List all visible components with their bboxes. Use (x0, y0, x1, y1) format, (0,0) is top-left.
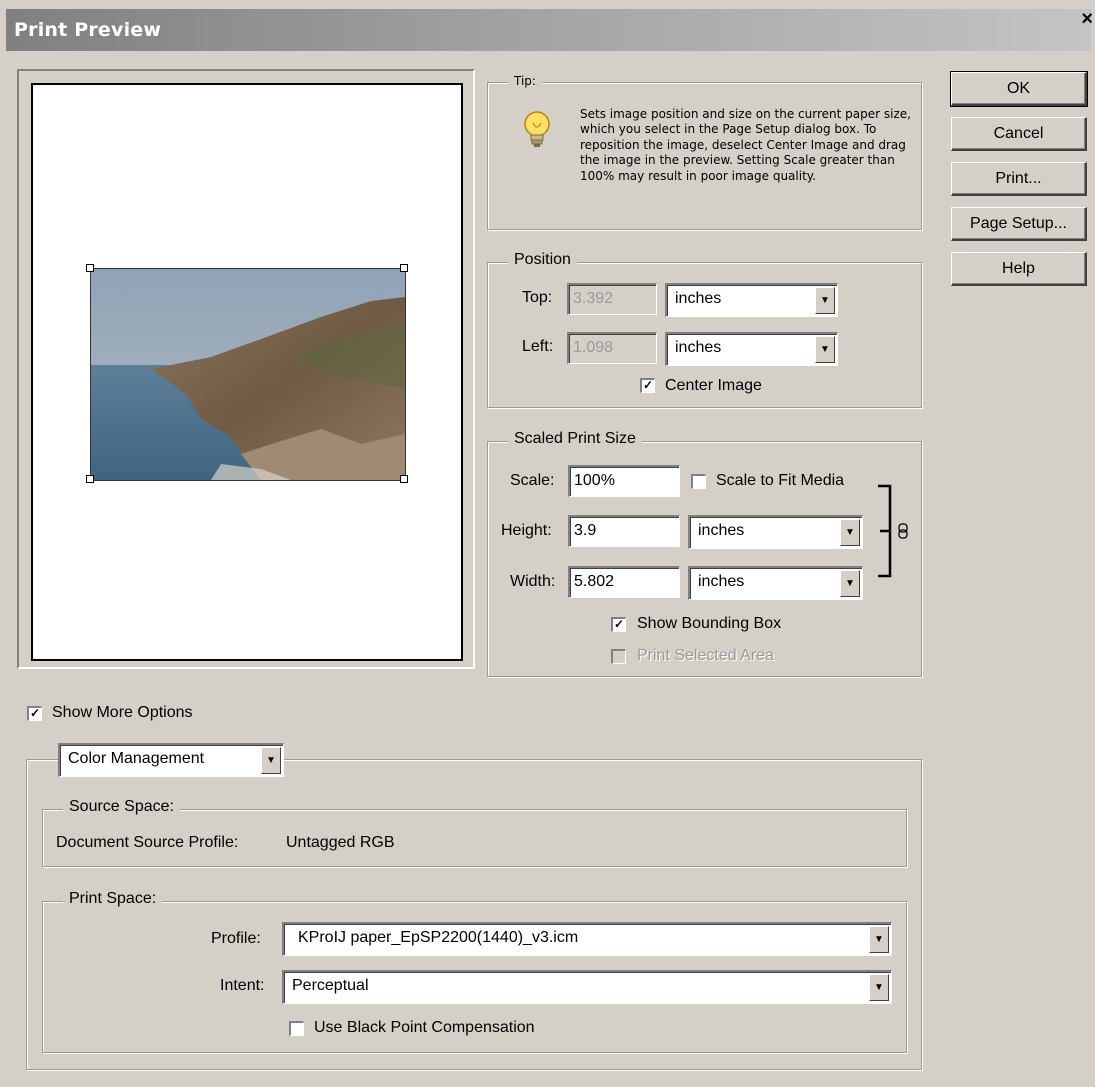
chevron-down-icon[interactable]: ▼ (815, 336, 835, 363)
show-more-options-checkbox[interactable]: ✓ (27, 706, 42, 721)
position-legend: Position (508, 251, 577, 269)
ok-button[interactable]: OK (950, 71, 1088, 107)
lightbulb-icon (524, 111, 550, 147)
page-setup-button[interactable]: Page Setup... (951, 207, 1087, 241)
profile-label: Profile: (211, 930, 261, 947)
chevron-down-icon[interactable]: ▼ (869, 926, 889, 953)
height-label: Height: (501, 522, 552, 539)
black-point-compensation-label[interactable]: Use Black Point Compensation (314, 1019, 535, 1037)
preview-panel (17, 69, 475, 669)
scale-to-fit-label[interactable]: Scale to Fit Media (716, 472, 844, 490)
print-button[interactable]: Print... (951, 162, 1087, 196)
options-type-value: Color Management (68, 750, 205, 767)
show-more-options-label[interactable]: Show More Options (52, 704, 193, 722)
chevron-down-icon[interactable]: ▼ (869, 974, 889, 1001)
center-image-label[interactable]: Center Image (665, 377, 762, 395)
left-label: Left: (522, 338, 554, 355)
tip-group: Tip: Sets image position and size on the… (487, 74, 922, 230)
bounding-box-handle[interactable] (400, 475, 408, 483)
bounding-box-handle[interactable] (86, 475, 94, 483)
chevron-down-icon[interactable]: ▼ (840, 519, 860, 546)
document-source-profile-value: Untagged RGB (286, 834, 395, 851)
constrain-proportions-link[interactable] (872, 480, 912, 580)
title-bar: Print Preview × (0, 0, 1095, 52)
top-label: Top: (522, 289, 553, 306)
close-icon[interactable]: × (1081, 8, 1093, 31)
print-space-legend: Print Space: (63, 890, 163, 908)
width-unit-select[interactable]: inches ▼ (688, 566, 863, 600)
intent-select[interactable]: Perceptual ▼ (282, 970, 892, 1004)
height-unit-select[interactable]: inches ▼ (688, 515, 863, 549)
width-unit-value: inches (698, 573, 745, 590)
black-point-compensation-checkbox[interactable] (289, 1021, 304, 1036)
chevron-down-icon[interactable]: ▼ (840, 570, 860, 597)
preview-image[interactable] (90, 268, 406, 481)
profile-select[interactable]: KProIJ paper_EpSP2200(1440)_v3.icm ▼ (282, 922, 892, 956)
tip-text: Sets image position and size on the curr… (580, 107, 911, 183)
scale-input[interactable]: 100% (568, 465, 680, 497)
chevron-down-icon[interactable]: ▼ (815, 287, 835, 314)
preview-page (31, 83, 463, 661)
height-input[interactable]: 3.9 (568, 515, 680, 547)
width-label: Width: (510, 573, 556, 590)
intent-value: Perceptual (292, 977, 369, 994)
print-selected-area-label[interactable]: Print Selected Area (637, 647, 774, 665)
scale-to-fit-checkbox[interactable] (691, 474, 706, 489)
intent-label: Intent: (220, 977, 265, 994)
top-input[interactable]: 3.392 (567, 283, 657, 315)
profile-value: KProIJ paper_EpSP2200(1440)_v3.icm (298, 929, 579, 946)
title-bar-background: Print Preview (6, 9, 1091, 51)
top-unit-value: inches (675, 290, 722, 307)
bounding-box-handle[interactable] (400, 264, 408, 272)
height-unit-value: inches (698, 522, 745, 539)
center-image-checkbox[interactable]: ✓ (640, 378, 655, 393)
scale-label: Scale: (510, 472, 555, 489)
scaled-print-size-legend: Scaled Print Size (508, 430, 642, 448)
options-type-select[interactable]: Color Management ▼ (58, 743, 284, 777)
cancel-button[interactable]: Cancel (951, 117, 1087, 151)
coastline-photo (91, 269, 405, 480)
left-unit-value: inches (675, 339, 722, 356)
help-button[interactable]: Help (951, 252, 1087, 286)
tip-label: Tip: (508, 74, 542, 88)
source-space-legend: Source Space: (63, 798, 180, 816)
print-selected-area-checkbox[interactable] (611, 649, 626, 664)
document-source-profile-label: Document Source Profile: (56, 834, 239, 851)
window-title: Print Preview (14, 19, 162, 41)
bounding-box-handle[interactable] (86, 264, 94, 272)
chevron-down-icon[interactable]: ▼ (261, 747, 281, 774)
width-input[interactable]: 5.802 (568, 566, 680, 598)
show-bounding-box-checkbox[interactable]: ✓ (611, 617, 626, 632)
chain-link-icon (898, 523, 908, 539)
show-bounding-box-label[interactable]: Show Bounding Box (637, 615, 781, 633)
left-unit-select[interactable]: inches ▼ (665, 332, 838, 366)
left-input[interactable]: 1.098 (567, 332, 657, 364)
top-unit-select[interactable]: inches ▼ (665, 283, 838, 317)
